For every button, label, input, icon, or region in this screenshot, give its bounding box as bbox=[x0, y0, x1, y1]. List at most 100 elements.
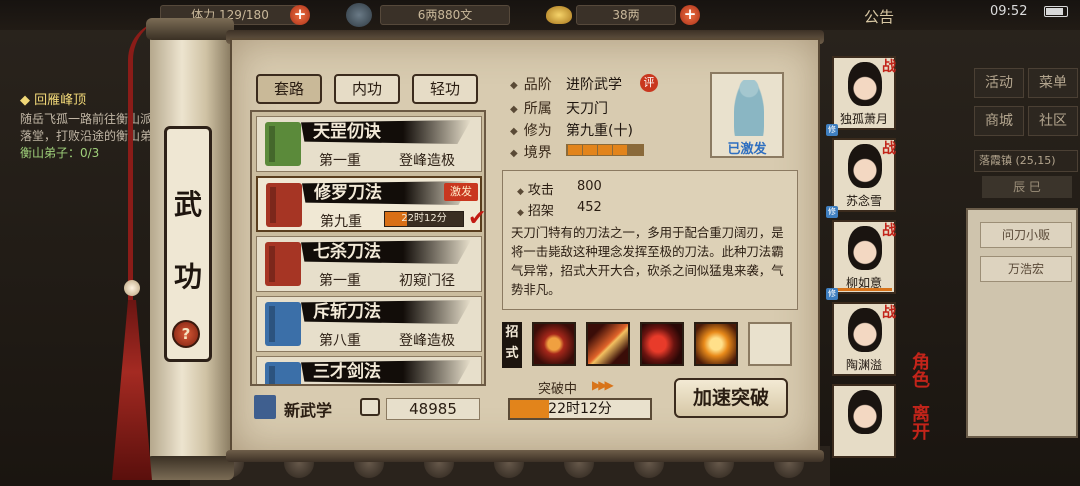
skill-item-selected[interactable]: 修罗刀法 激发 第九重 22时12分 ✔ bbox=[256, 176, 484, 232]
attr-grade: 品阶 进阶武学 bbox=[510, 74, 622, 94]
stat-value: 800 bbox=[577, 179, 602, 194]
skill-portrait: 已激发 bbox=[710, 72, 784, 158]
attr-key: 境界 bbox=[510, 145, 552, 161]
move-slot-icon[interactable] bbox=[586, 322, 630, 366]
skill-item[interactable]: 三才剑法 bbox=[256, 356, 482, 384]
npc-list: 问刀小贩 万浩宏 bbox=[966, 208, 1078, 438]
tab-lightness[interactable]: 轻功 bbox=[412, 74, 478, 104]
skill-rank: 初窥门径 bbox=[399, 273, 455, 289]
skill-list[interactable]: 天罡仞诀 第一重 登峰造极 修罗刀法 激发 第九重 22时12分 ✔ 七杀刀法 … bbox=[250, 110, 486, 386]
stat-key: 攻击 bbox=[517, 183, 554, 198]
party-member[interactable]: 战 陶渊溢 bbox=[832, 302, 896, 376]
skill-book-icon bbox=[265, 242, 301, 286]
battery-icon bbox=[1044, 6, 1068, 17]
tab-internal[interactable]: 内功 bbox=[334, 74, 400, 104]
community-button[interactable]: 社区 bbox=[1028, 106, 1078, 136]
attr-value: 天刀门 bbox=[566, 101, 608, 117]
breakthrough-progress-bar: 22时12分 bbox=[508, 398, 652, 420]
location-coordinates: 落霞镇 (25,15) bbox=[974, 150, 1078, 172]
skill-item[interactable]: 七杀刀法 第一重 初窥门径 bbox=[256, 236, 482, 292]
member-name: 陶渊溢 bbox=[845, 358, 882, 372]
tab-moves[interactable]: 套路 bbox=[256, 74, 322, 104]
member-tag-icon: 修 bbox=[826, 206, 838, 218]
paper-bottom-edge bbox=[226, 450, 824, 462]
skill-book-icon bbox=[265, 302, 301, 346]
skill-rank: 登峰造极 bbox=[399, 333, 455, 349]
skill-name: 三才剑法 bbox=[313, 362, 381, 382]
realm-segment bbox=[598, 145, 612, 155]
skill-description: 天刀门特有的刀法之一，多用于配合重刀阔刃，是将一击毙敌这种理念发挥至极的刀法。此… bbox=[511, 225, 784, 297]
panel-title-char: 功 bbox=[173, 260, 202, 293]
skill-book-icon bbox=[266, 183, 302, 227]
scroll-icon bbox=[360, 398, 380, 416]
fight-flag: 战 bbox=[882, 141, 896, 157]
attr-realm: 境界 bbox=[510, 142, 552, 162]
skill-name: 斥斩刀法 bbox=[313, 302, 381, 322]
leave-button[interactable]: 离开 bbox=[906, 404, 932, 440]
gold-ingot-icon bbox=[546, 6, 572, 24]
silver-icon bbox=[346, 3, 372, 27]
party-member[interactable]: 战 苏念雪 修 bbox=[826, 138, 896, 218]
move-slot-icon[interactable] bbox=[640, 322, 684, 366]
shop-button[interactable]: 商城 bbox=[974, 106, 1024, 136]
attr-sect: 所属 天刀门 bbox=[510, 98, 608, 118]
breakthrough-label: 突破中 bbox=[538, 382, 578, 397]
skill-level: 第八重 bbox=[319, 333, 361, 349]
skill-item[interactable]: 天罡仞诀 第一重 登峰造极 bbox=[256, 116, 482, 172]
move-slot-icon[interactable] bbox=[694, 322, 738, 366]
new-skill-button[interactable]: 新武学 bbox=[284, 397, 332, 421]
move-slot-empty[interactable] bbox=[748, 322, 792, 366]
character-button[interactable]: 角色 bbox=[906, 352, 932, 388]
scroll-rod-cap bbox=[146, 18, 234, 40]
activated-label: 已激发 bbox=[727, 142, 767, 157]
attr-key: 品阶 bbox=[510, 77, 552, 93]
stat-attack: 攻击 800 bbox=[517, 179, 602, 198]
skill-book-icon bbox=[265, 122, 301, 166]
panel-title-char: 武 bbox=[173, 188, 202, 221]
skill-rank: 登峰造极 bbox=[399, 153, 455, 169]
party-member[interactable] bbox=[832, 384, 896, 458]
area-tab[interactable]: 辰 巳 bbox=[982, 176, 1072, 198]
skill-name: 七杀刀法 bbox=[313, 242, 381, 262]
member-name: 独孤萧月 bbox=[839, 112, 888, 126]
device-clock: 09:52 bbox=[990, 4, 1028, 19]
stat-value: 452 bbox=[577, 200, 602, 215]
check-icon: ✔ bbox=[468, 206, 486, 231]
activated-badge: 激发 bbox=[444, 183, 478, 201]
speed-up-button[interactable]: 加速突破 bbox=[674, 378, 788, 418]
notice-button[interactable]: 公告 bbox=[864, 6, 894, 27]
avatar bbox=[848, 62, 882, 106]
evaluate-button[interactable]: 评 bbox=[640, 74, 658, 92]
fight-flag: 战 bbox=[882, 305, 896, 321]
moves-label: 招式 bbox=[502, 322, 522, 368]
npc-item[interactable]: 问刀小贩 bbox=[980, 222, 1072, 248]
progress-arrows-icon: ▶▶▶ bbox=[592, 378, 614, 392]
attr-key: 修为 bbox=[510, 123, 552, 139]
copper-counter: 6两880文 bbox=[380, 5, 510, 25]
realm-progress-bar bbox=[566, 144, 644, 156]
add-gold-button[interactable]: + bbox=[680, 5, 700, 25]
move-slot-icon[interactable] bbox=[532, 322, 576, 366]
attr-value: 第九重(十) bbox=[566, 123, 633, 139]
skill-name: 修罗刀法 bbox=[314, 183, 382, 203]
skill-level: 第一重 bbox=[319, 153, 361, 169]
fight-flag: 战 bbox=[882, 59, 896, 75]
party-member[interactable]: 战 独孤萧月 修 bbox=[826, 56, 896, 136]
realm-segment bbox=[613, 145, 627, 155]
skill-item[interactable]: 斥斩刀法 第八重 登峰造极 bbox=[256, 296, 482, 352]
member-tag-icon: 修 bbox=[826, 124, 838, 136]
avatar bbox=[848, 390, 882, 434]
help-button[interactable]: ? bbox=[172, 320, 200, 348]
npc-item[interactable]: 万浩宏 bbox=[980, 256, 1072, 282]
gold-counter: 38两 bbox=[576, 5, 676, 25]
fight-flag: 战 bbox=[882, 223, 896, 239]
realm-segment bbox=[583, 145, 597, 155]
activity-button[interactable]: 活动 bbox=[974, 68, 1024, 98]
attr-cultivation: 修为 第九重(十) bbox=[510, 120, 633, 140]
menu-button[interactable]: 菜单 bbox=[1028, 68, 1078, 98]
skill-level: 第一重 bbox=[319, 273, 361, 289]
party-member[interactable]: 战 柳如意 修 bbox=[826, 220, 896, 300]
add-stamina-button[interactable]: + bbox=[290, 5, 310, 25]
right-side-panel: 活动 菜单 商城 社区 落霞镇 (25,15) 辰 巳 问刀小贩 万浩宏 bbox=[962, 60, 1080, 486]
member-name: 苏念雪 bbox=[845, 194, 882, 208]
